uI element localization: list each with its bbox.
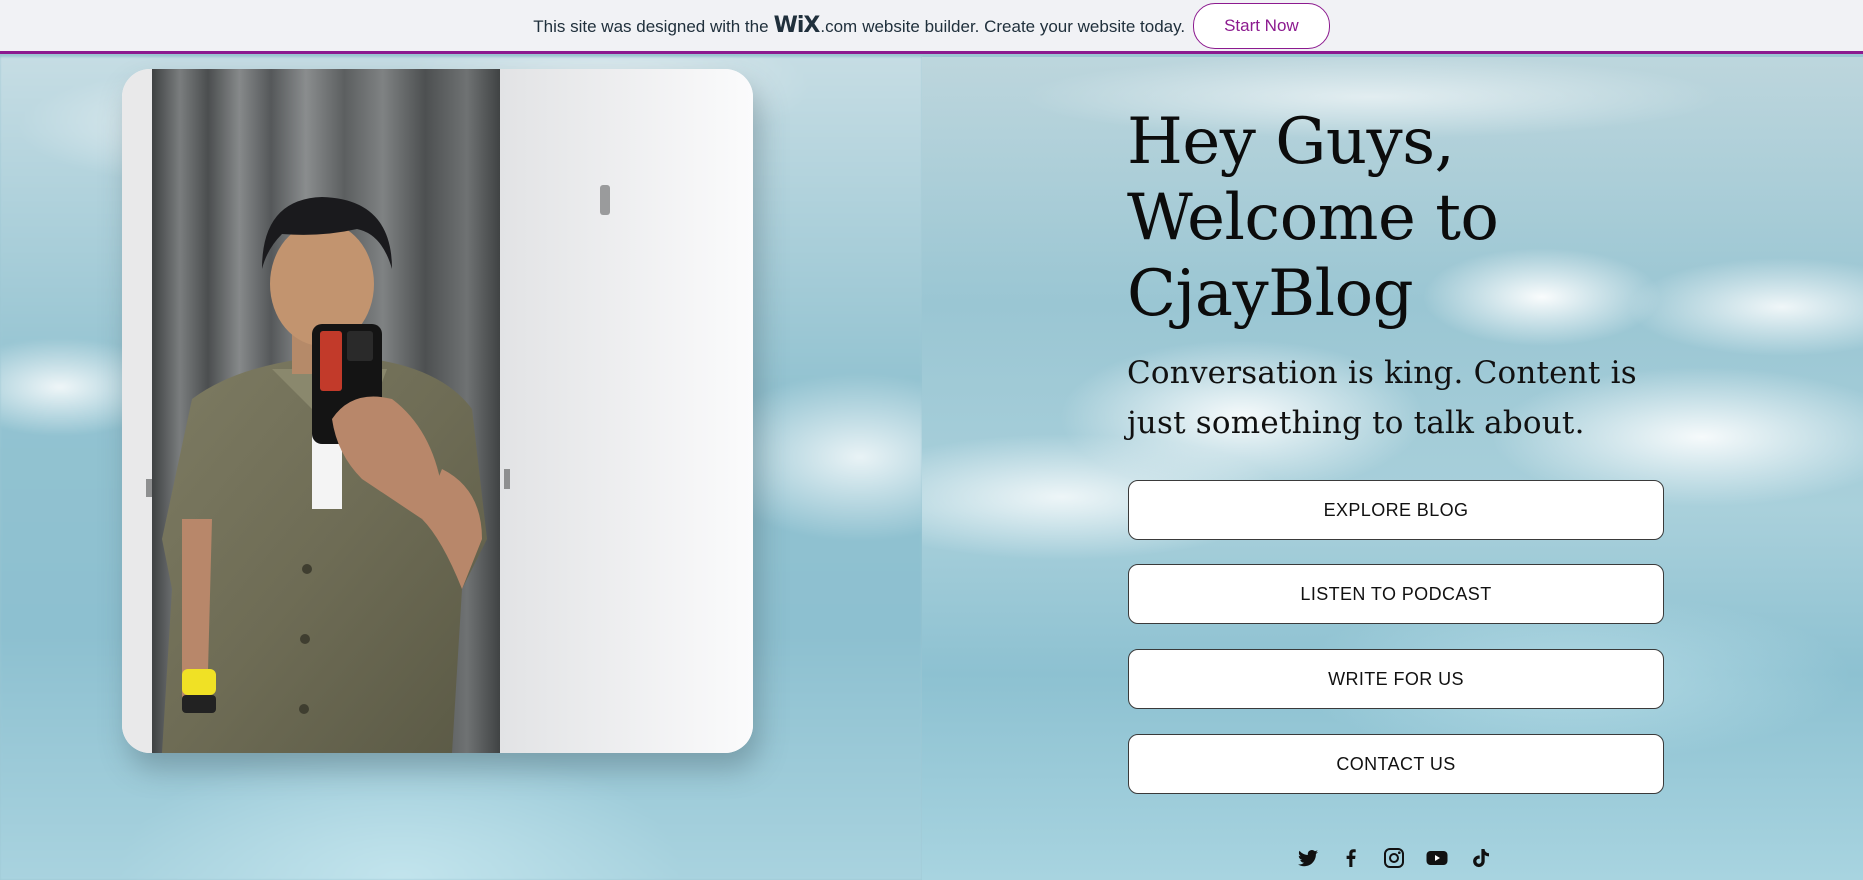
listen-to-podcast-button[interactable]: LISTEN TO PODCAST	[1128, 564, 1664, 624]
hero-subtitle: Conversation is king. Content is just so…	[1127, 348, 1687, 448]
social-bar	[1296, 843, 1492, 873]
start-now-button[interactable]: Start Now	[1193, 2, 1330, 49]
tiktok-icon[interactable]	[1468, 846, 1492, 870]
wix-logo: WiX	[773, 13, 821, 38]
banner-text-before: This site was designed with the	[533, 17, 769, 36]
facebook-icon[interactable]	[1339, 846, 1363, 870]
contact-us-button[interactable]: CONTACT US	[1128, 734, 1664, 794]
hero-title: Hey Guys, Welcome to CjayBlog	[1127, 104, 1687, 332]
write-for-us-button[interactable]: WRITE FOR US	[1128, 649, 1664, 709]
wix-banner-text: This site was designed with the WiX .com…	[533, 13, 1185, 38]
wix-logo-suffix: .com	[820, 17, 858, 36]
instagram-icon[interactable]	[1382, 846, 1406, 870]
explore-blog-button[interactable]: EXPLORE BLOG	[1128, 480, 1664, 540]
hero-subtitle-line: just something to talk about.	[1127, 405, 1585, 441]
wix-banner: This site was designed with the WiX .com…	[0, 0, 1863, 54]
twitter-icon[interactable]	[1296, 846, 1320, 870]
hero-title-line: Hey Guys,	[1127, 105, 1455, 179]
banner-text-after: website builder. Create your website tod…	[862, 17, 1186, 36]
photo-wall-right	[500, 69, 753, 753]
profile-photo	[122, 69, 753, 753]
hero-title-line: Welcome to	[1127, 181, 1499, 255]
youtube-icon[interactable]	[1425, 846, 1449, 870]
hero-subtitle-line: Conversation is king. Content is	[1127, 355, 1637, 391]
hero-title-line: CjayBlog	[1127, 257, 1414, 331]
